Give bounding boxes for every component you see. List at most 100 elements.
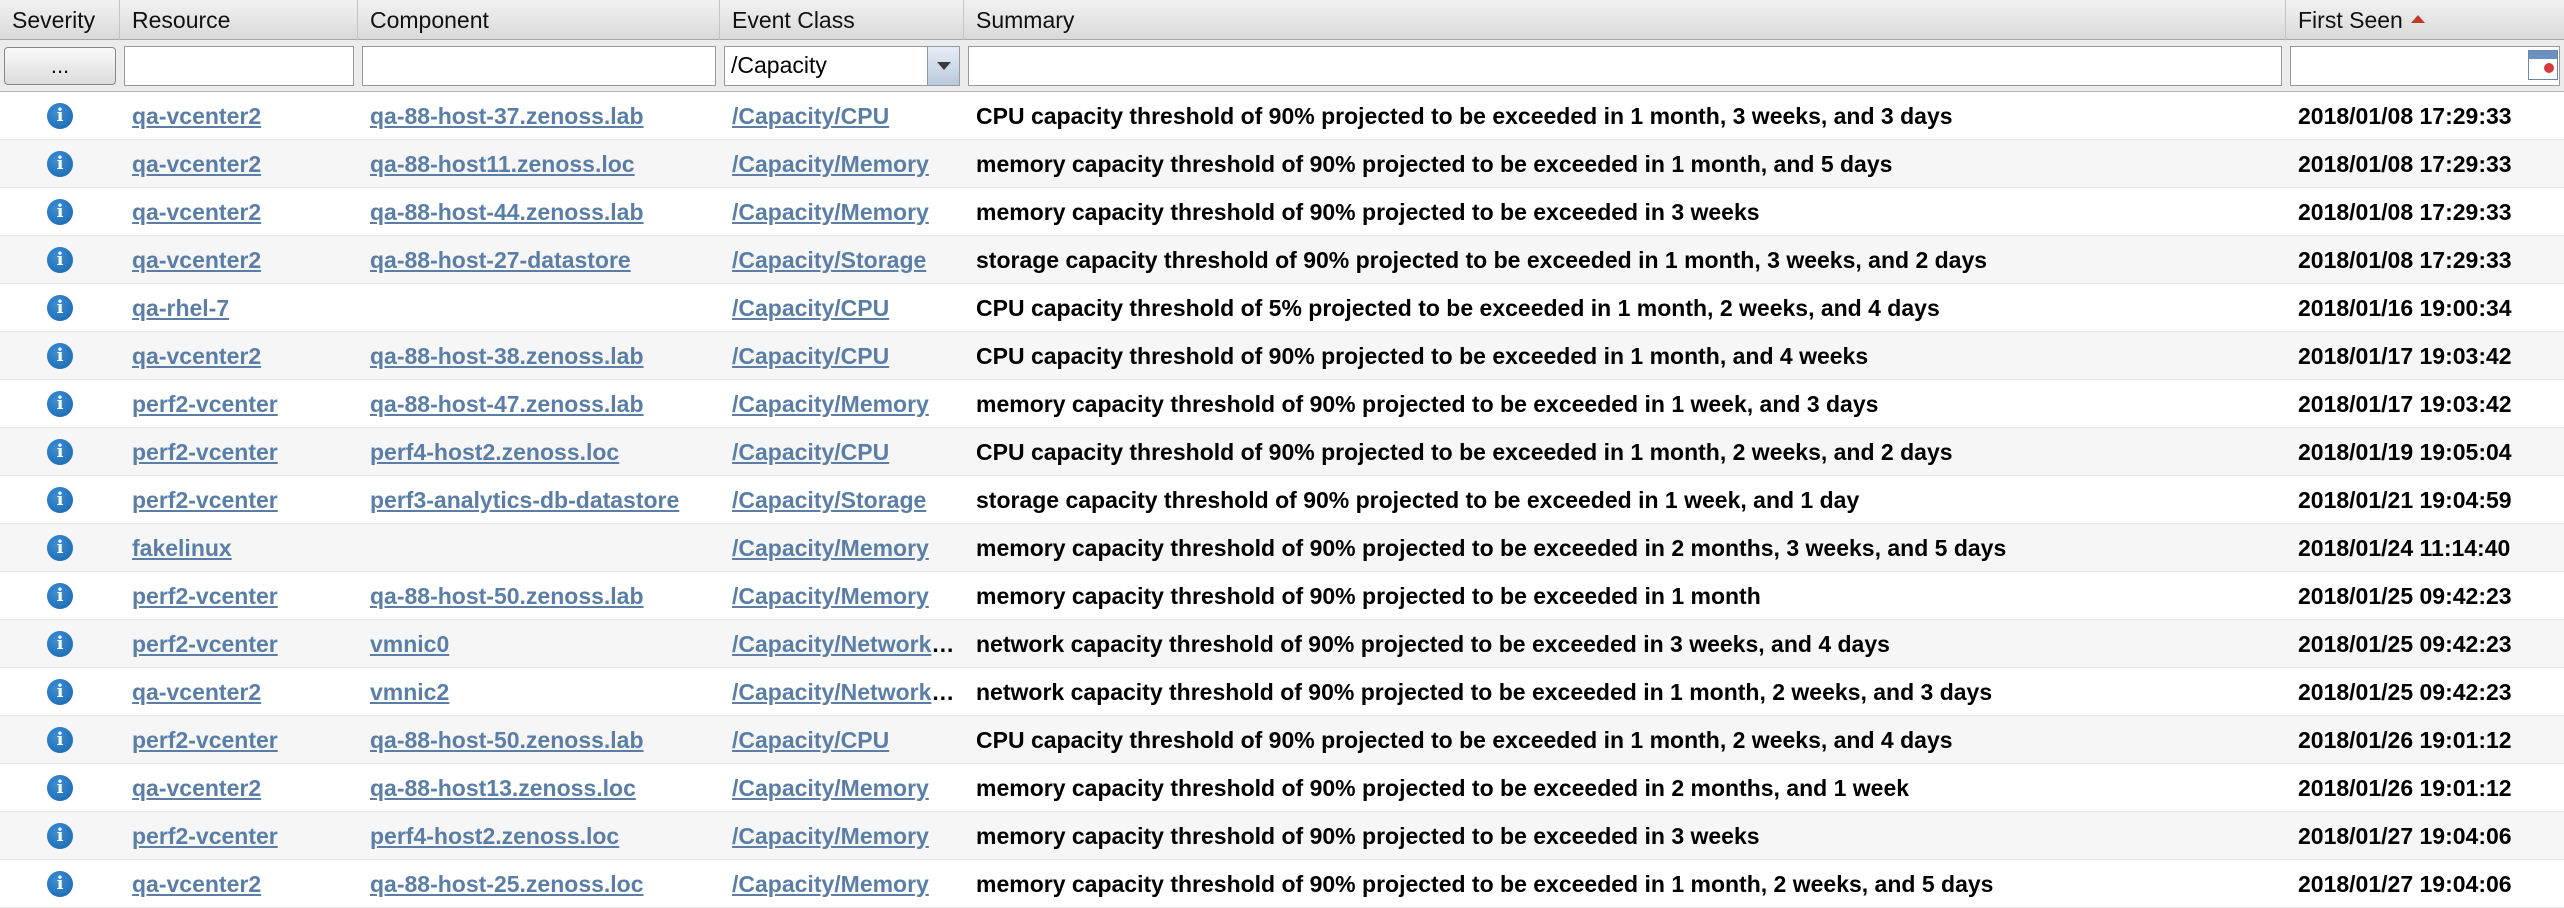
severity-cell: i xyxy=(0,284,120,332)
resource-cell: perf2-vcenter xyxy=(120,572,358,620)
column-header-event-class[interactable]: Event Class xyxy=(720,0,964,40)
event-console-grid: Severity Resource Component Event Class … xyxy=(0,0,2564,908)
resource-link[interactable]: perf2-vcenter xyxy=(132,439,278,465)
resource-link[interactable]: perf2-vcenter xyxy=(132,631,278,657)
table-row[interactable]: i qa-vcenter2 qa-88-host-37.zenoss.lab /… xyxy=(0,92,2564,140)
event-class-link[interactable]: /Capacity/Memory xyxy=(732,583,929,609)
table-row[interactable]: i perf2-vcenter perf4-host2.zenoss.loc /… xyxy=(0,428,2564,476)
component-link[interactable]: perf4-host2.zenoss.loc xyxy=(370,823,619,849)
table-row[interactable]: i qa-rhel-7 /Capacity/CPU CPU capacity t… xyxy=(0,284,2564,332)
table-row[interactable]: i perf2-vcenter perf3-analytics-db-datas… xyxy=(0,476,2564,524)
event-class-link[interactable]: /Capacity/Memory xyxy=(732,535,929,561)
table-row[interactable]: i perf2-vcenter qa-88-host-50.zenoss.lab… xyxy=(0,716,2564,764)
event-class-link[interactable]: /Capacity/Memory xyxy=(732,871,929,897)
column-header-resource[interactable]: Resource xyxy=(120,0,358,40)
first-seen-cell: 2018/01/27 19:04:06 xyxy=(2286,812,2564,860)
resource-link[interactable]: qa-vcenter2 xyxy=(132,103,261,129)
column-header-severity[interactable]: Severity xyxy=(0,0,120,40)
resource-link[interactable]: perf2-vcenter xyxy=(132,487,278,513)
event-class-link[interactable]: /Capacity/Memory xyxy=(732,151,929,177)
event-class-filter-input[interactable] xyxy=(724,45,960,86)
event-class-link[interactable]: /Capacity/Memory xyxy=(732,775,929,801)
event-class-cell: /Capacity/CPU xyxy=(720,284,964,332)
resource-link[interactable]: perf2-vcenter xyxy=(132,583,278,609)
table-row[interactable]: i qa-vcenter2 qa-88-host13.zenoss.loc /C… xyxy=(0,764,2564,812)
component-link[interactable]: qa-88-host11.zenoss.loc xyxy=(370,151,635,177)
resource-link[interactable]: qa-vcenter2 xyxy=(132,343,261,369)
first-seen-filter-input[interactable] xyxy=(2290,45,2560,86)
severity-cell: i xyxy=(0,188,120,236)
resource-link[interactable]: qa-vcenter2 xyxy=(132,679,261,705)
calendar-icon[interactable] xyxy=(2528,49,2558,80)
event-class-link[interactable]: /Capacity/Network ... xyxy=(732,679,957,705)
column-header-row: Severity Resource Component Event Class … xyxy=(0,0,2564,40)
table-row[interactable]: i qa-vcenter2 qa-88-host-44.zenoss.lab /… xyxy=(0,188,2564,236)
component-link[interactable]: qa-88-host-27-datastore xyxy=(370,247,631,273)
column-header-label: Resource xyxy=(132,7,231,33)
component-link[interactable]: qa-88-host-50.zenoss.lab xyxy=(370,727,644,753)
table-row[interactable]: i perf2-vcenter perf4-host2.zenoss.loc /… xyxy=(0,812,2564,860)
component-link[interactable]: vmnic0 xyxy=(370,631,449,657)
table-row[interactable]: i perf2-vcenter vmnic0 /Capacity/Network… xyxy=(0,620,2564,668)
summary-filter-input[interactable] xyxy=(968,45,2282,86)
component-link[interactable]: qa-88-host-38.zenoss.lab xyxy=(370,343,644,369)
component-link[interactable]: qa-88-host13.zenoss.loc xyxy=(370,775,636,801)
column-header-summary[interactable]: Summary xyxy=(964,0,2286,40)
table-row[interactable]: i perf2-vcenter qa-88-host-50.zenoss.lab… xyxy=(0,572,2564,620)
component-link[interactable]: qa-88-host-44.zenoss.lab xyxy=(370,199,644,225)
event-class-cell: /Capacity/Network ... xyxy=(720,620,964,668)
resource-cell: qa-vcenter2 xyxy=(120,668,358,716)
table-row[interactable]: i fakelinux /Capacity/Memory memory capa… xyxy=(0,524,2564,572)
table-row[interactable]: i qa-vcenter2 qa-88-host11.zenoss.loc /C… xyxy=(0,140,2564,188)
component-filter-input[interactable] xyxy=(362,45,716,86)
event-class-link[interactable]: /Capacity/Storage xyxy=(732,247,926,273)
resource-filter-input[interactable] xyxy=(124,45,354,86)
summary-cell: memory capacity threshold of 90% project… xyxy=(964,764,2286,812)
table-row[interactable]: i perf2-vcenter qa-88-host-47.zenoss.lab… xyxy=(0,380,2564,428)
first-seen-text: 2018/01/26 19:01:12 xyxy=(2298,774,2512,801)
first-seen-filter-field xyxy=(2290,45,2560,86)
event-class-dropdown-button[interactable] xyxy=(927,46,959,85)
event-class-link[interactable]: /Capacity/CPU xyxy=(732,727,889,753)
resource-cell: perf2-vcenter xyxy=(120,428,358,476)
component-link[interactable]: perf3-analytics-db-datastore xyxy=(370,487,679,513)
resource-link[interactable]: qa-vcenter2 xyxy=(132,199,261,225)
component-link[interactable]: vmnic2 xyxy=(370,679,449,705)
resource-link[interactable]: qa-vcenter2 xyxy=(132,247,261,273)
component-link[interactable]: qa-88-host-37.zenoss.lab xyxy=(370,103,644,129)
event-class-link[interactable]: /Capacity/Network ... xyxy=(732,631,957,657)
event-class-link[interactable]: /Capacity/CPU xyxy=(732,343,889,369)
event-class-link[interactable]: /Capacity/Storage xyxy=(732,487,926,513)
component-link[interactable]: perf4-host2.zenoss.loc xyxy=(370,439,619,465)
resource-link[interactable]: qa-vcenter2 xyxy=(132,775,261,801)
component-cell: qa-88-host-27-datastore xyxy=(358,236,720,284)
resource-link[interactable]: perf2-vcenter xyxy=(132,823,278,849)
table-row[interactable]: i qa-vcenter2 vmnic2 /Capacity/Network .… xyxy=(0,668,2564,716)
event-class-link[interactable]: /Capacity/CPU xyxy=(732,103,889,129)
resource-link[interactable]: qa-vcenter2 xyxy=(132,151,261,177)
resource-link[interactable]: perf2-vcenter xyxy=(132,391,278,417)
event-class-link[interactable]: /Capacity/CPU xyxy=(732,295,889,321)
column-header-component[interactable]: Component xyxy=(358,0,720,40)
resource-link[interactable]: perf2-vcenter xyxy=(132,727,278,753)
component-cell: vmnic2 xyxy=(358,668,720,716)
first-seen-cell: 2018/01/16 19:00:34 xyxy=(2286,284,2564,332)
event-class-link[interactable]: /Capacity/Memory xyxy=(732,199,929,225)
resource-link[interactable]: qa-vcenter2 xyxy=(132,871,261,897)
table-row[interactable]: i qa-vcenter2 qa-88-host-25.zenoss.loc /… xyxy=(0,860,2564,908)
resource-link[interactable]: fakelinux xyxy=(132,535,232,561)
component-link[interactable]: qa-88-host-47.zenoss.lab xyxy=(370,391,644,417)
table-row[interactable]: i qa-vcenter2 qa-88-host-38.zenoss.lab /… xyxy=(0,332,2564,380)
summary-text: CPU capacity threshold of 90% projected … xyxy=(976,438,1953,465)
component-link[interactable]: qa-88-host-50.zenoss.lab xyxy=(370,583,644,609)
resource-link[interactable]: qa-rhel-7 xyxy=(132,295,229,321)
event-class-cell: /Capacity/Memory xyxy=(720,140,964,188)
event-class-link[interactable]: /Capacity/Memory xyxy=(732,823,929,849)
component-link[interactable]: qa-88-host-25.zenoss.loc xyxy=(370,871,644,897)
severity-filter-button[interactable]: ... xyxy=(4,46,116,85)
event-class-link[interactable]: /Capacity/CPU xyxy=(732,439,889,465)
event-class-link[interactable]: /Capacity/Memory xyxy=(732,391,929,417)
table-row[interactable]: i qa-vcenter2 qa-88-host-27-datastore /C… xyxy=(0,236,2564,284)
summary-cell: network capacity threshold of 90% projec… xyxy=(964,620,2286,668)
column-header-first-seen[interactable]: First Seen xyxy=(2286,0,2564,40)
